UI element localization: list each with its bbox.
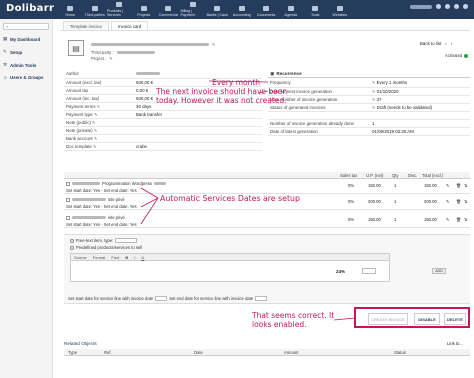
arrow-looks-enabled <box>333 317 356 321</box>
annotation-arrows <box>140 80 356 321</box>
arrow-date-row1 <box>140 187 159 199</box>
arrow-next-invoice <box>258 90 269 94</box>
arrow-every-month <box>208 80 269 83</box>
arrow-date-row3 <box>140 197 159 225</box>
